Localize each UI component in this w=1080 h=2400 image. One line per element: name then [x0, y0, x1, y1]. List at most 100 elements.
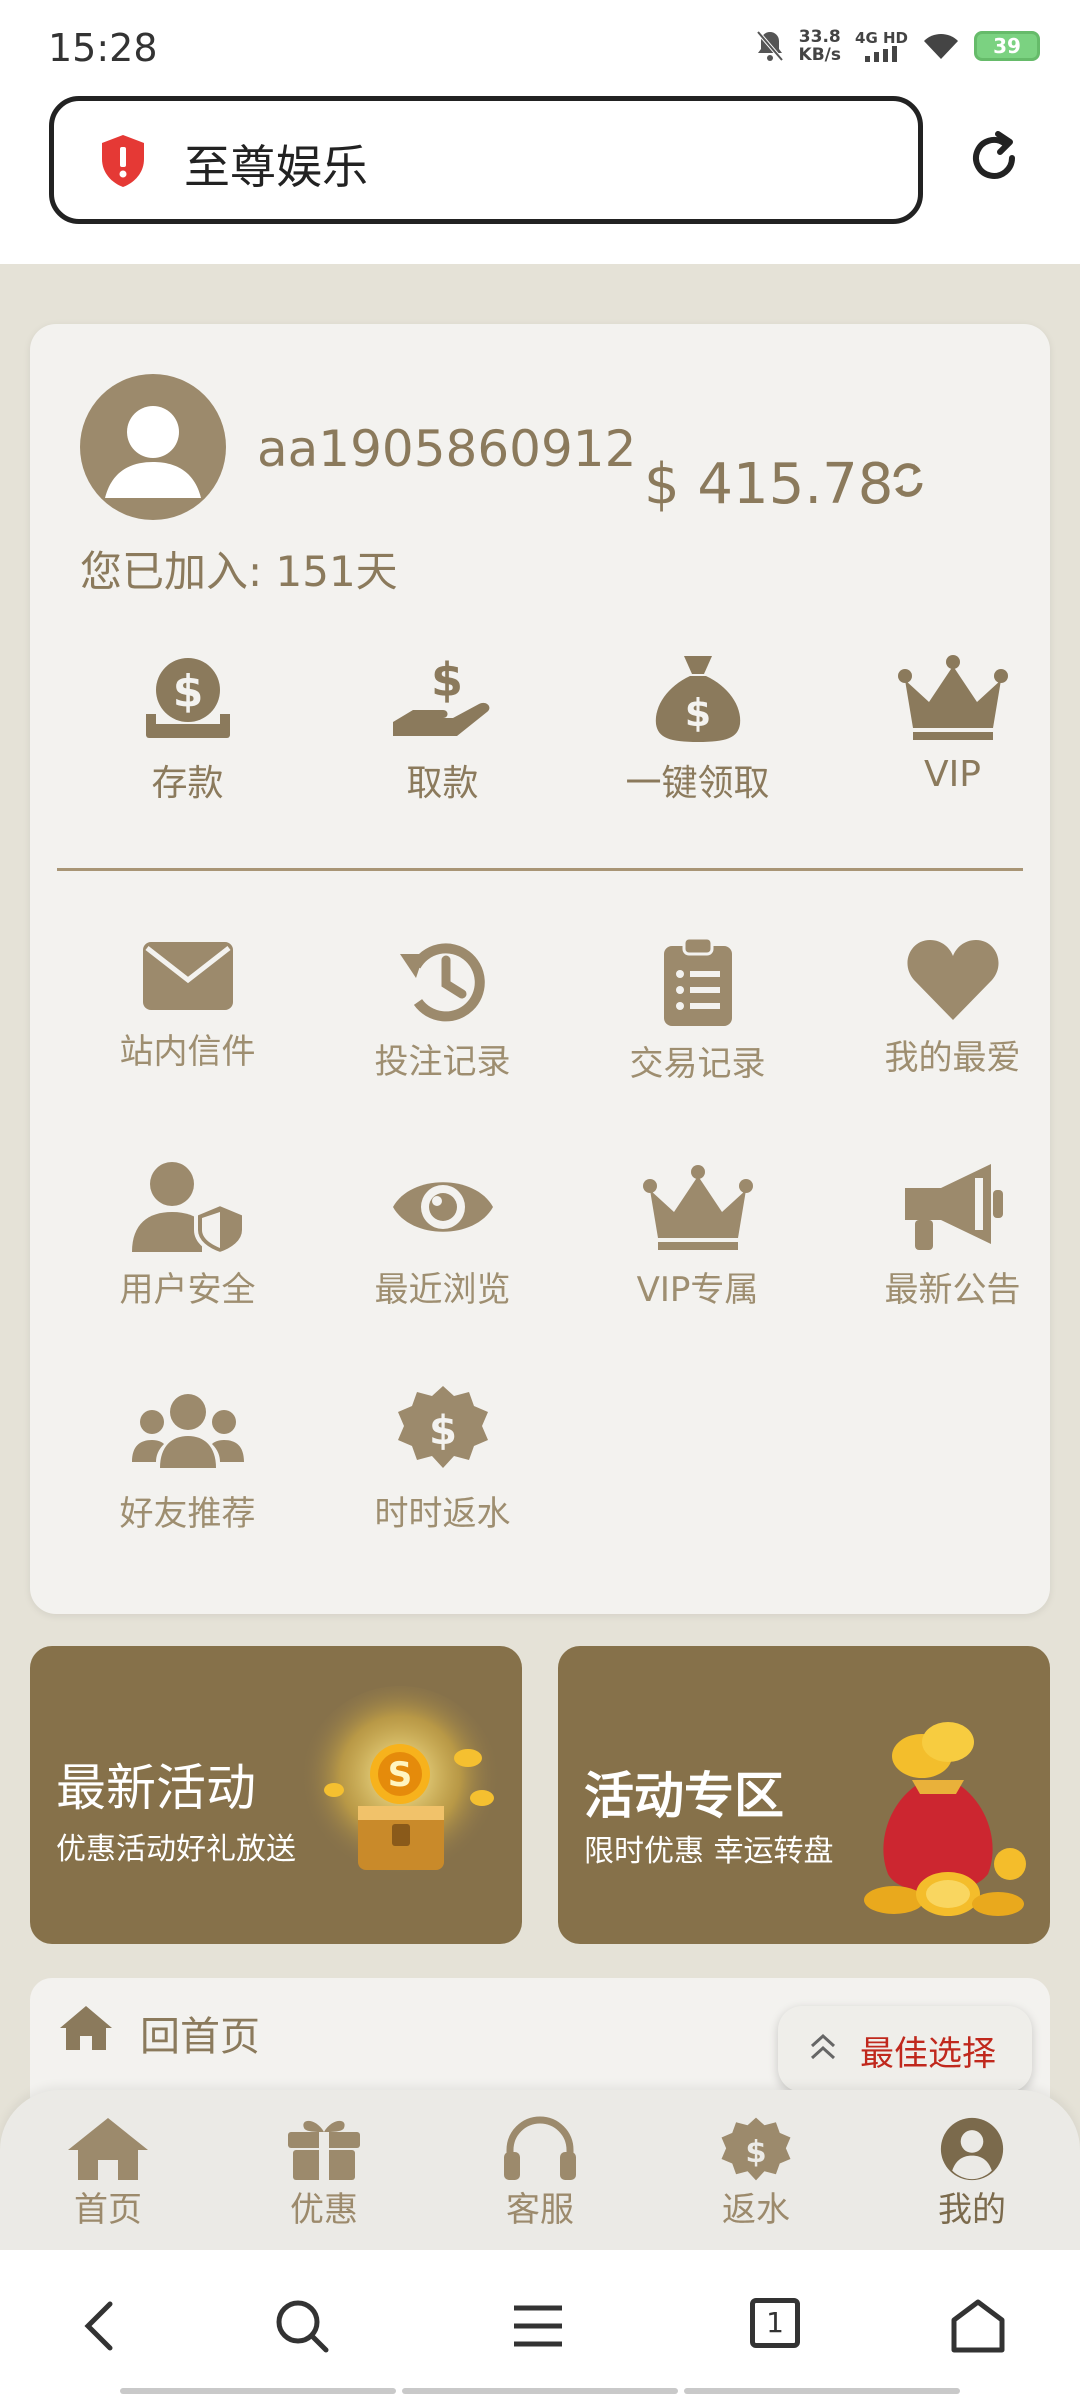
dollar-badge-icon: $ — [397, 1386, 488, 1468]
deposit-button[interactable]: $ 存款 — [60, 652, 315, 806]
svg-text:S: S — [388, 1755, 413, 1795]
withdraw-icon: $ — [392, 653, 489, 736]
menu-item-label: 站内信件 — [119, 1032, 256, 1072]
user-avatar-icon — [105, 406, 201, 498]
banner-promotions[interactable]: 活动专区 限时优惠 幸运转盘 — [558, 1646, 1050, 1944]
status-bar: 15:28 33.8 KB/s 4G HD 39 — [0, 0, 1080, 92]
menu-item-announcements[interactable]: 最新公告 — [825, 1160, 1080, 1311]
menu-icon[interactable] — [510, 2298, 566, 2354]
gift-icon — [288, 2120, 360, 2180]
menu-item-label: 好友推荐 — [119, 1494, 256, 1534]
site-title: 至尊娱乐 — [184, 140, 368, 194]
dollar-badge-icon: $ — [721, 2117, 791, 2181]
quick-action-label: 取款 — [406, 763, 479, 804]
status-icons: 33.8 KB/s 4G HD 39 — [755, 28, 1040, 64]
nav-label: 首页 — [74, 2190, 142, 2230]
claim-all-button[interactable]: $ 一键领取 — [570, 652, 825, 806]
menu-item-label: 我的最爱 — [884, 1038, 1021, 1078]
menu-item-bet-history[interactable]: 投注记录 — [315, 936, 570, 1083]
svg-text:$: $ — [429, 1408, 457, 1454]
banner-subtitle: 限时优惠 幸运转盘 — [584, 1834, 834, 1869]
nav-label: 返水 — [722, 2190, 790, 2230]
svg-text:$: $ — [430, 653, 462, 707]
menu-item-label: 交易记录 — [629, 1044, 766, 1084]
crown-icon — [642, 1165, 753, 1250]
home-icon — [60, 2006, 112, 2050]
headset-icon — [504, 2116, 576, 2180]
menu-item-vip-exclusive[interactable]: VIP专属 — [570, 1160, 825, 1311]
banner-latest-events[interactable]: 最新活动 优惠活动好礼放送 S — [30, 1646, 522, 1944]
red-money-bag-icon — [864, 1722, 1026, 1916]
signal-icon — [864, 46, 897, 62]
quick-action-label: VIP — [924, 754, 981, 795]
best-choice-button[interactable]: 最佳选择 — [778, 2006, 1032, 2092]
battery-indicator: 39 — [974, 31, 1040, 61]
crown-icon — [897, 655, 1008, 740]
quick-action-label: 存款 — [151, 763, 224, 804]
banner-title: 活动专区 — [584, 1767, 784, 1825]
status-time: 15:28 — [48, 26, 158, 70]
nav-rebate[interactable]: $ 返水 — [686, 2116, 826, 2231]
gesture-bar — [120, 2388, 960, 2394]
mail-icon — [142, 942, 233, 1010]
mute-bell-icon — [756, 30, 784, 62]
wifi-icon — [924, 33, 958, 59]
quick-action-label: 一键领取 — [625, 763, 770, 804]
menu-item-label: 时时返水 — [374, 1494, 511, 1534]
nav-support[interactable]: 客服 — [470, 2116, 610, 2231]
home-icon — [68, 2118, 148, 2180]
menu-item-favorites[interactable]: 我的最爱 — [825, 936, 1080, 1079]
user-shield-icon — [131, 1162, 246, 1254]
user-circle-icon — [940, 2117, 1004, 2181]
search-icon[interactable] — [274, 2298, 330, 2354]
nav-label: 客服 — [506, 2190, 574, 2230]
eye-icon — [392, 1182, 493, 1232]
shield-warning-icon — [102, 135, 144, 187]
home-link-label: 回首页 — [140, 2014, 260, 2060]
net-speed: 33.8 KB/s — [798, 27, 842, 65]
menu-item-label: 投注记录 — [374, 1042, 511, 1082]
balance-refresh-icon[interactable] — [888, 460, 928, 500]
reload-icon[interactable] — [964, 128, 1024, 188]
address-bar[interactable]: 至尊娱乐 — [49, 96, 923, 224]
avatar[interactable] — [80, 374, 226, 520]
best-choice-label: 最佳选择 — [860, 2034, 996, 2074]
megaphone-icon — [904, 1164, 1003, 1250]
treasure-chest-icon: S — [300, 1686, 500, 1886]
nav-home[interactable]: 首页 — [38, 2116, 178, 2231]
signal-indicator: 4G HD — [855, 30, 908, 62]
menu-item-rebate[interactable]: $ 时时返水 — [315, 1384, 570, 1535]
svg-text:$: $ — [745, 2135, 766, 2170]
svg-text:$: $ — [684, 691, 710, 735]
home-outline-icon[interactable] — [950, 2298, 1006, 2354]
heart-icon — [906, 940, 999, 1020]
history-icon — [399, 943, 485, 1022]
divider — [57, 868, 1023, 871]
chevrons-up-icon — [810, 2033, 836, 2060]
svg-text:$: $ — [172, 666, 203, 717]
menu-item-referral[interactable]: 好友推荐 — [60, 1384, 315, 1535]
tabs-button[interactable]: 1 — [750, 2298, 800, 2348]
back-icon[interactable] — [80, 2298, 120, 2354]
menu-item-recent[interactable]: 最近浏览 — [315, 1160, 570, 1311]
nav-offers[interactable]: 优惠 — [254, 2116, 394, 2231]
nav-label: 我的 — [938, 2190, 1006, 2230]
banner-title: 最新活动 — [56, 1759, 256, 1817]
menu-item-label: 最近浏览 — [374, 1270, 511, 1310]
menu-item-transactions[interactable]: 交易记录 — [570, 936, 825, 1085]
vip-button[interactable]: VIP — [825, 652, 1080, 795]
menu-item-mail[interactable]: 站内信件 — [60, 936, 315, 1073]
nav-mine[interactable]: 我的 — [902, 2116, 1042, 2231]
withdraw-button[interactable]: $ 取款 — [315, 652, 570, 806]
menu-item-security[interactable]: 用户安全 — [60, 1160, 315, 1311]
nav-label: 优惠 — [290, 2190, 358, 2230]
banner-subtitle: 优惠活动好礼放送 — [56, 1832, 296, 1867]
money-bag-icon: $ — [655, 656, 740, 742]
account-card: aa1905860912 $ 415.78 您已加入: 151天 $ 存款 $ … — [30, 324, 1050, 1614]
joined-days: 您已加入: 151天 — [80, 547, 398, 596]
menu-item-label: 最新公告 — [884, 1270, 1021, 1310]
balance-amount: $ 415.78 — [644, 452, 894, 517]
menu-item-label: 用户安全 — [119, 1270, 256, 1310]
deposit-icon: $ — [145, 658, 230, 738]
menu-item-label: VIP专属 — [636, 1270, 759, 1310]
